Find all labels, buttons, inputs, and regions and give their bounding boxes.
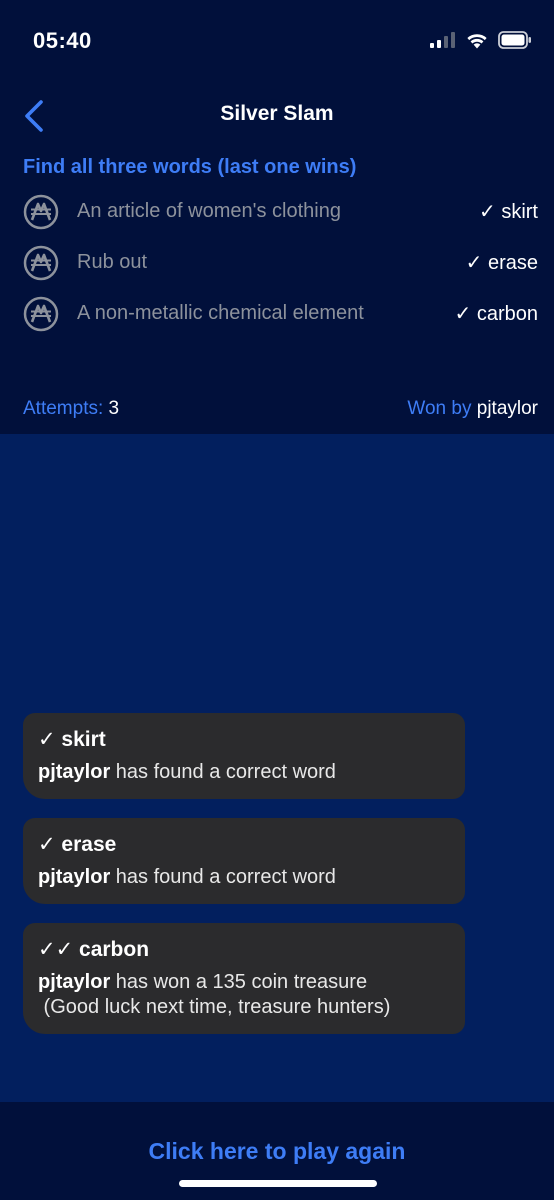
status-time: 05:40 [33,28,92,53]
clue-text: A non-metallic chemical element [77,302,364,324]
nav-bar: Silver Slam [0,92,554,140]
battery-icon [498,31,531,49]
clue-answer: ✓ skirt [479,201,538,223]
message-heading: ✓✓ carbon [38,938,150,961]
home-indicator [179,1180,377,1187]
status-bar: 05:40 [0,0,554,84]
clue-row: An article of women's clothing ✓ skirt [0,190,554,234]
won-by: Won by pjtaylor [407,398,538,420]
message-user: pjtaylor [38,971,111,993]
clue-row: Rub out ✓ erase [0,241,554,285]
attempts-label: Attempts: [23,398,104,419]
clue-answer: ✓ carbon [454,303,538,325]
message-bubble: ✓ skirt pjtaylor has found a correct wor… [23,713,465,799]
won-by-user: pjtaylor [476,398,538,419]
won-by-label: Won by [407,398,472,419]
clue-text: An article of women's clothing [77,200,341,222]
game-stats: Attempts: 3 Won by pjtaylor [0,396,554,424]
message-heading: ✓ skirt [38,728,106,751]
attempts-value: 3 [108,398,120,419]
bottom-bar: Click here to play again [0,1102,554,1200]
clue-row: A non-metallic chemical element ✓ carbon [0,292,554,336]
message-user: pjtaylor [38,761,111,783]
clue-answer: ✓ erase [465,252,538,274]
clue-text: Rub out [77,251,148,273]
screen: 05:40 Silver Slam Find all three words (… [0,0,554,1200]
attempts: Attempts: 3 [23,398,119,420]
header-panel: 05:40 Silver Slam Find all three words (… [0,0,554,434]
message-user: pjtaylor [38,866,111,888]
puzzle-instructions: Find all three words (last one wins) [23,156,357,178]
message-body: pjtaylor has found a correct word [38,865,449,890]
message-text: has won a 135 coin treasure [110,971,368,993]
message-heading: ✓ erase [38,833,117,856]
wifi-icon [467,34,487,49]
play-again-button[interactable]: Click here to play again [0,1138,554,1165]
silver-coin-icon [23,296,59,332]
silver-coin-icon [23,194,59,230]
message-text: has found a correct word [110,866,336,888]
message-extra: (Good luck next time, treasure hunters) [38,996,391,1018]
message-bubble: ✓ erase pjtaylor has found a correct wor… [23,818,465,904]
message-bubble: ✓✓ carbon pjtaylor has won a 135 coin tr… [23,923,465,1034]
silver-coin-icon [23,245,59,281]
message-body: pjtaylor has found a correct word [38,760,449,785]
message-body: pjtaylor has won a 135 coin treasure [38,970,449,995]
status-icons [430,31,532,49]
page-title: Silver Slam [220,102,334,125]
message-text: has found a correct word [110,761,336,783]
cellular-signal-icon [430,32,455,48]
